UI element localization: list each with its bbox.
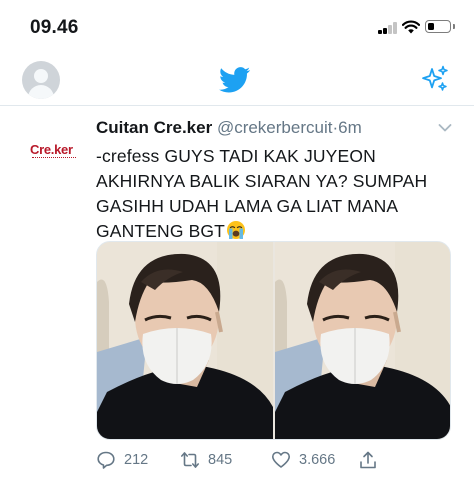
share-icon bbox=[360, 451, 376, 469]
reply-icon bbox=[97, 451, 115, 469]
retweet-icon bbox=[181, 452, 199, 468]
tweet-actions: 212 845 3.666 bbox=[96, 448, 396, 472]
tweet-photo-1[interactable] bbox=[97, 242, 273, 439]
brand-logo: Cre.ker bbox=[30, 142, 73, 157]
status-bar: 09.46 bbox=[0, 0, 474, 48]
author-display-name[interactable]: Cuitan Cre.ker bbox=[96, 118, 212, 137]
wifi-icon bbox=[402, 20, 420, 34]
tweet-text-line: -crefess GUYS TADI KAK JUYEON bbox=[96, 146, 376, 166]
tweet-text-line: GASIHH UDAH LAMA GA LIAT MANA bbox=[96, 196, 399, 216]
sparkle-icon[interactable] bbox=[421, 65, 449, 93]
reply-count: 212 bbox=[124, 452, 149, 468]
tweet-header: Cuitan Cre.ker @crekerbercuit·6m bbox=[96, 117, 436, 139]
heart-icon bbox=[272, 451, 290, 468]
chevron-down-icon[interactable] bbox=[438, 123, 452, 133]
share-button[interactable] bbox=[358, 448, 386, 472]
retweet-button[interactable]: 845 bbox=[180, 448, 232, 472]
reply-button[interactable]: 212 bbox=[96, 448, 148, 472]
tweet-time[interactable]: 6m bbox=[338, 118, 362, 137]
tweet-text: -crefess GUYS TADI KAK JUYEON AKHIRNYA B… bbox=[96, 144, 446, 244]
signal-strength-icon bbox=[378, 22, 398, 34]
tweet-media-gallery[interactable] bbox=[96, 241, 451, 440]
profile-avatar[interactable] bbox=[22, 61, 60, 99]
like-count: 3.666 bbox=[299, 452, 336, 468]
twitter-bird-icon[interactable] bbox=[219, 67, 251, 93]
tweet-author-avatar[interactable]: Cre.ker bbox=[30, 143, 78, 167]
status-time: 09.46 bbox=[30, 17, 79, 38]
like-button[interactable]: 3.666 bbox=[271, 448, 335, 472]
timeline-nav-bar bbox=[0, 52, 474, 106]
tweet[interactable]: Cre.ker Cuitan Cre.ker @crekerbercuit·6m… bbox=[0, 107, 474, 479]
tweet-text-line: AKHIRNYA BALIK SIARAN YA? SUMPAH bbox=[96, 171, 428, 191]
tweet-photo-2[interactable] bbox=[275, 242, 450, 439]
retweet-count: 845 bbox=[208, 452, 233, 468]
battery-icon bbox=[425, 20, 455, 33]
author-handle[interactable]: @crekerbercuit bbox=[217, 118, 333, 137]
loudly-crying-face-icon bbox=[227, 221, 246, 239]
